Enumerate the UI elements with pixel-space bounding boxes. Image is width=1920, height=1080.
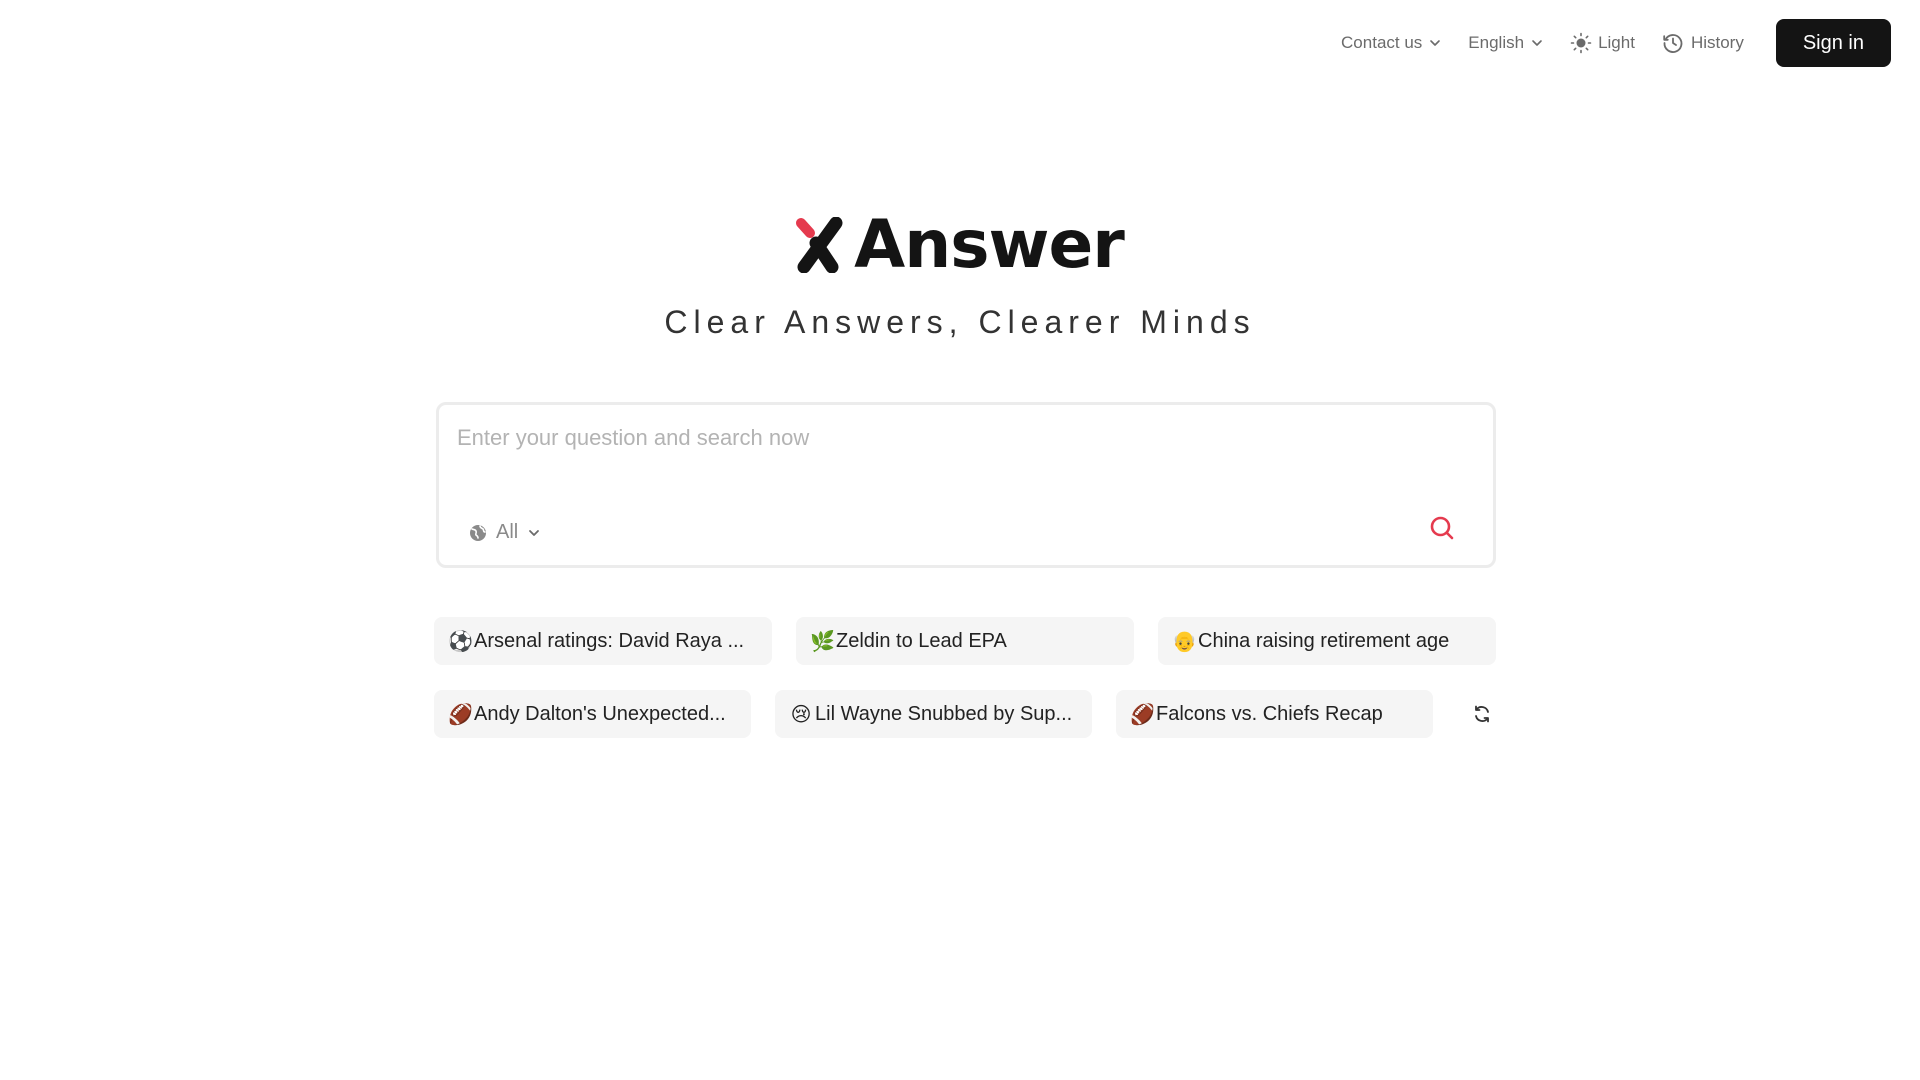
top-nav: Contact us English Light History Sign in xyxy=(1341,19,1891,67)
brand-name: Answer xyxy=(854,206,1125,283)
search-scope-select[interactable]: All xyxy=(468,521,542,544)
suggestion-emoji: 🏈 xyxy=(1130,703,1155,726)
suggestion-chip[interactable]: ⚽ Arsenal ratings: David Raya ... xyxy=(434,617,772,665)
history-clock-icon xyxy=(1663,34,1683,53)
refresh-suggestions-button[interactable] xyxy=(1467,699,1497,729)
language-menu[interactable]: English xyxy=(1468,19,1544,67)
theme-toggle[interactable]: Light xyxy=(1570,19,1635,67)
suggestion-emoji: ⚽ xyxy=(448,630,473,653)
contact-us-menu[interactable]: Contact us xyxy=(1341,19,1442,67)
suggestion-row-1: ⚽ Arsenal ratings: David Raya ... 🌿 Zeld… xyxy=(434,617,1496,665)
suggestion-emoji: 🌿 xyxy=(810,630,835,653)
brand-logo: Answer xyxy=(0,212,1920,278)
suggestion-text: Arsenal ratings: David Raya ... xyxy=(474,629,745,652)
globe-icon xyxy=(470,524,486,541)
suggestion-emoji: 🏈 xyxy=(448,703,473,726)
chevron-down-icon xyxy=(529,529,540,536)
history-link[interactable]: History xyxy=(1661,19,1744,67)
search-input[interactable] xyxy=(457,425,1457,451)
suggestion-text: China raising retirement age xyxy=(1198,629,1450,652)
language-label: English xyxy=(1468,33,1525,52)
suggestion-chip[interactable]: 😢 Lil Wayne Snubbed by Sup... xyxy=(775,690,1092,738)
sun-icon xyxy=(1570,32,1592,54)
search-button[interactable] xyxy=(1427,513,1457,543)
suggestion-emoji: 😢 xyxy=(790,703,812,726)
chevron-down-icon xyxy=(1430,40,1441,46)
contact-us-label: Contact us xyxy=(1341,33,1423,52)
suggestion-text: Falcons vs. Chiefs Recap xyxy=(1156,702,1383,725)
suggestion-chip[interactable]: 🏈 Falcons vs. Chiefs Recap xyxy=(1116,690,1433,738)
suggestion-chip[interactable]: 🌿 Zeldin to Lead EPA xyxy=(796,617,1134,665)
answer-logo-mark-icon xyxy=(796,217,843,273)
refresh-icon xyxy=(1475,705,1489,723)
suggestion-chip[interactable]: 🏈 Andy Dalton's Unexpected... xyxy=(434,690,751,738)
search-scope-label: All xyxy=(496,521,519,543)
search-box: All xyxy=(436,402,1496,568)
tagline: Clear Answers, Clearer Minds xyxy=(664,304,1256,340)
chevron-down-icon xyxy=(1532,40,1542,46)
history-label: History xyxy=(1690,33,1744,52)
suggestion-text: Zeldin to Lead EPA xyxy=(836,629,1007,652)
suggestion-chip[interactable]: 👴 China raising retirement age xyxy=(1158,617,1496,665)
suggestion-emoji: 👴 xyxy=(1172,630,1197,653)
search-icon xyxy=(1430,516,1454,540)
theme-label: Light xyxy=(1598,33,1635,52)
suggestion-row-2: 🏈 Andy Dalton's Unexpected... 😢 Lil Wayn… xyxy=(434,690,1497,738)
suggestion-text: Andy Dalton's Unexpected... xyxy=(474,702,726,725)
suggestion-text: Lil Wayne Snubbed by Sup... xyxy=(815,702,1073,725)
sign-in-button[interactable]: Sign in xyxy=(1775,19,1891,67)
page: Contact us English Light History Sign in… xyxy=(0,0,1920,1080)
